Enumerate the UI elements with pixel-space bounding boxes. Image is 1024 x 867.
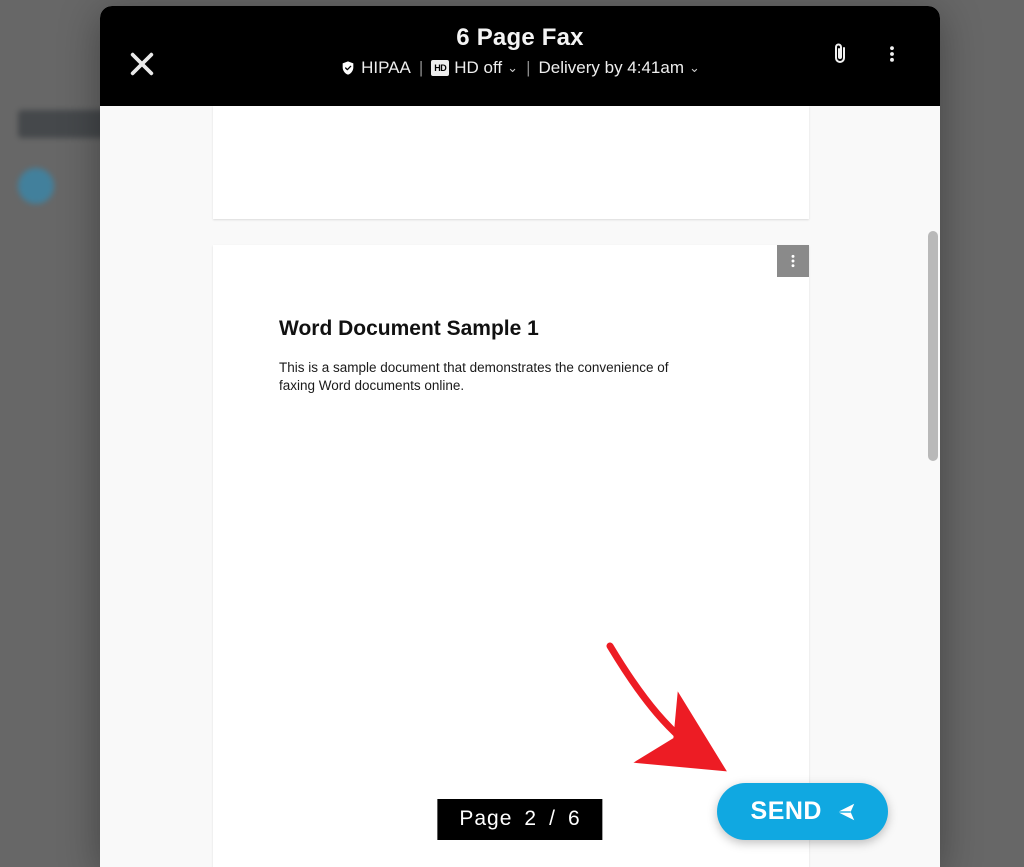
close-button[interactable] <box>128 50 160 82</box>
page-current: 2 <box>524 807 537 831</box>
scrollbar-thumb[interactable] <box>928 231 938 461</box>
preview-scroll-area[interactable]: Word Document Sample 1 This is a sample … <box>100 106 940 867</box>
hd-badge-icon: HD <box>431 60 449 76</box>
separator: | <box>526 58 530 78</box>
modal-header: 6 Page Fax HIPAA | HD HD off ⌄ | Deliver… <box>100 6 940 106</box>
fax-preview-modal: 6 Page Fax HIPAA | HD HD off ⌄ | Deliver… <box>100 6 940 867</box>
page-indicator: Page 2 / 6 <box>437 799 602 840</box>
close-icon <box>128 50 156 78</box>
kebab-menu-icon <box>882 40 902 68</box>
hd-toggle[interactable]: HD HD off ⌄ <box>431 58 518 78</box>
background-blur-avatar <box>18 168 54 204</box>
hd-label: HD off <box>454 58 502 78</box>
page-options-button[interactable] <box>777 245 809 277</box>
hipaa-label: HIPAA <box>361 58 411 78</box>
separator: | <box>419 58 423 78</box>
document-heading: Word Document Sample 1 <box>279 317 743 341</box>
delivery-time[interactable]: Delivery by 4:41am ⌄ <box>538 58 699 78</box>
page-label: Page <box>459 807 512 831</box>
page-separator: / <box>549 807 556 831</box>
delivery-label: Delivery by 4:41am <box>538 58 684 78</box>
send-button[interactable]: SEND <box>717 783 888 840</box>
kebab-menu-icon <box>785 251 801 271</box>
modal-subheader: HIPAA | HD HD off ⌄ | Delivery by 4:41am… <box>100 58 940 78</box>
chevron-down-icon: ⌄ <box>507 60 518 76</box>
document-paragraph: This is a sample document that demonstra… <box>279 359 679 395</box>
page-preview-previous[interactable] <box>213 106 809 219</box>
paperclip-icon <box>828 40 852 68</box>
chevron-down-icon: ⌄ <box>689 60 700 76</box>
send-label: SEND <box>751 797 822 826</box>
page-total: 6 <box>568 807 581 831</box>
send-icon <box>834 801 858 823</box>
attach-button[interactable] <box>828 40 852 73</box>
shield-check-icon <box>340 60 356 76</box>
page-preview-current[interactable]: Word Document Sample 1 This is a sample … <box>213 245 809 867</box>
more-options-button[interactable] <box>882 40 902 73</box>
document-content: Word Document Sample 1 This is a sample … <box>213 245 809 395</box>
hipaa-indicator[interactable]: HIPAA <box>340 58 411 78</box>
modal-title: 6 Page Fax <box>100 6 940 52</box>
